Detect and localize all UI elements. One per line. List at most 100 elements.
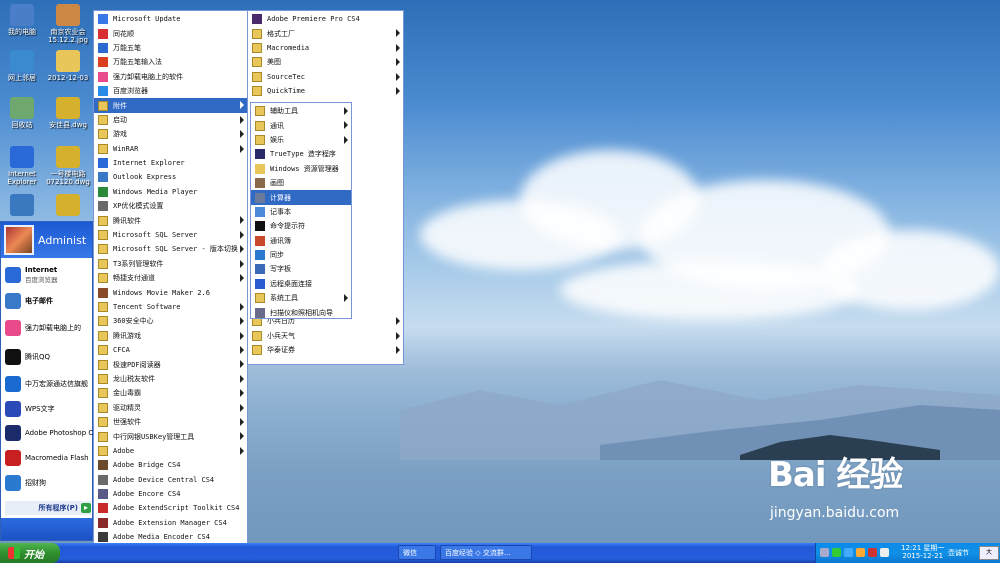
menu1-item[interactable]: 极速PDF阅读器 bbox=[94, 357, 247, 371]
menu3-item[interactable]: 娱乐 bbox=[251, 133, 351, 147]
menu1-item[interactable]: 中行网银USBKey管理工具 bbox=[94, 429, 247, 443]
menu1-item[interactable]: 腾讯游戏 bbox=[94, 329, 247, 343]
desktop-icon[interactable]: 网上邻居 bbox=[0, 50, 44, 82]
desktop-icon[interactable] bbox=[0, 194, 44, 218]
program-icon bbox=[252, 14, 262, 25]
start-menu-item[interactable]: Internet 百度浏览器 bbox=[5, 264, 93, 286]
menu-item-label: 百度浏览器 bbox=[113, 87, 148, 96]
menu3-item[interactable]: Windows 资源管理器 bbox=[251, 162, 351, 176]
menu3-item[interactable]: 命令提示符 bbox=[251, 219, 351, 233]
menu1-item[interactable]: Microsoft SQL Server - 版本切换 bbox=[94, 242, 247, 256]
user-avatar[interactable] bbox=[4, 225, 34, 255]
start-menu-item[interactable]: 腾讯QQ bbox=[5, 346, 93, 368]
menu2-item[interactable]: 华泰证券 bbox=[248, 343, 403, 357]
menu1-item[interactable]: T3系列管理软件 bbox=[94, 257, 247, 271]
start-menu-item[interactable]: Adobe Photoshop C bbox=[5, 422, 93, 444]
ime-indicator[interactable]: 壶诚节 bbox=[948, 548, 969, 558]
menu3-item[interactable]: 通讯 bbox=[251, 118, 351, 132]
start-menu-item[interactable]: WPS文字 bbox=[5, 398, 93, 420]
menu1-item[interactable]: 百度浏览器 bbox=[94, 84, 247, 98]
menu1-item[interactable]: 金山毒霸 bbox=[94, 386, 247, 400]
folder-icon bbox=[98, 417, 108, 428]
menu1-item[interactable]: 驱动精灵 bbox=[94, 401, 247, 415]
menu3-item[interactable]: 记事本 bbox=[251, 205, 351, 219]
menu3-item[interactable]: 辅助工具 bbox=[251, 104, 351, 118]
menu1-item[interactable]: 畅捷支付通道 bbox=[94, 271, 247, 285]
tray-icon[interactable] bbox=[868, 548, 877, 557]
menu1-item[interactable]: Microsoft Update bbox=[94, 12, 247, 26]
menu1-item[interactable]: Adobe Encore CS4 bbox=[94, 487, 247, 501]
menu1-item[interactable]: Windows Movie Maker 2.6 bbox=[94, 285, 247, 299]
menu-item-label: 极速PDF阅读器 bbox=[113, 360, 161, 369]
tray-icon[interactable] bbox=[832, 548, 841, 557]
start-menu-item[interactable]: 强力卸载电脑上的 bbox=[5, 317, 93, 339]
start-menu-item[interactable]: Macromedia Flash bbox=[5, 447, 93, 469]
tray-icon[interactable] bbox=[880, 548, 889, 557]
desktop-icon[interactable]: 回收站 bbox=[0, 97, 44, 129]
desktop-icon[interactable]: Internet Explorer bbox=[0, 146, 44, 186]
menu1-item[interactable]: Adobe Bridge CS4 bbox=[94, 458, 247, 472]
tray-icon[interactable] bbox=[856, 548, 865, 557]
start-menu-item[interactable]: 中万宏源通达信旗舰 bbox=[5, 373, 93, 395]
menu1-item[interactable]: Adobe Device Central CS4 bbox=[94, 473, 247, 487]
menu2-item[interactable]: Macromedia bbox=[248, 41, 403, 55]
submenu-arrow-icon bbox=[240, 432, 244, 441]
menu1-item[interactable]: 万能五笔 bbox=[94, 41, 247, 55]
tray-icon[interactable] bbox=[844, 548, 853, 557]
menu1-item[interactable]: 龙山税友软件 bbox=[94, 372, 247, 386]
menu1-item[interactable]: 360安全中心 bbox=[94, 314, 247, 328]
menu1-item[interactable]: 附件 bbox=[94, 98, 247, 113]
menu2-item[interactable]: 美图 bbox=[248, 55, 403, 69]
language-button[interactable]: 大 bbox=[979, 546, 999, 560]
menu1-item[interactable]: CFCA bbox=[94, 343, 247, 357]
taskbar-task-wechat[interactable]: 微信 bbox=[398, 545, 436, 560]
start-menu-item[interactable]: 电子邮件 bbox=[5, 290, 93, 312]
menu1-item[interactable]: 强力卸载电脑上的软件 bbox=[94, 70, 247, 84]
desktop-icon[interactable]: 我的电脑 bbox=[0, 4, 44, 36]
start-menu-item[interactable]: 招财狗 bbox=[5, 472, 93, 494]
all-programs-button[interactable]: 所有程序(P) ▸ bbox=[5, 501, 91, 515]
desktop-icon[interactable]: 一号楼电路 072120.dwg bbox=[46, 146, 90, 186]
menu1-item[interactable]: WinRAR bbox=[94, 142, 247, 156]
menu3-item[interactable]: 通讯簿 bbox=[251, 234, 351, 248]
menu3-item[interactable]: TrueType 造字程序 bbox=[251, 147, 351, 161]
menu2-item[interactable]: SourceTec bbox=[248, 70, 403, 84]
menu1-item[interactable]: Adobe bbox=[94, 444, 247, 458]
start-button[interactable]: 开始 bbox=[0, 543, 60, 563]
menu1-item[interactable]: XP优化模式设置 bbox=[94, 199, 247, 213]
menu3-item[interactable]: 远程桌面连接 bbox=[251, 277, 351, 291]
menu1-item[interactable]: Adobe Extension Manager CS4 bbox=[94, 516, 247, 530]
menu1-item[interactable]: Outlook Express bbox=[94, 170, 247, 184]
menu1-item[interactable]: 同花顺 bbox=[94, 26, 247, 40]
menu1-item[interactable]: 世强软件 bbox=[94, 415, 247, 429]
menu1-item[interactable]: Internet Explorer bbox=[94, 156, 247, 170]
menu-item-label: Microsoft SQL Server - 版本切换 bbox=[113, 245, 238, 254]
menu3-item[interactable]: 计算器 bbox=[251, 190, 351, 205]
program-icon bbox=[255, 221, 265, 232]
menu3-item[interactable]: 系统工具 bbox=[251, 291, 351, 305]
desktop-icon[interactable]: 安佳县.dwg bbox=[46, 97, 90, 129]
desktop-icon[interactable]: 南京农业会 15.12.2.jpg bbox=[46, 4, 90, 44]
tray-icon[interactable] bbox=[820, 548, 829, 557]
taskbar-task-baidu[interactable]: 百度经验 ◇ 交流群... bbox=[440, 545, 532, 560]
menu2-item[interactable]: QuickTime bbox=[248, 84, 403, 98]
menu2-item[interactable]: 小兵天气 bbox=[248, 329, 403, 343]
menu3-item[interactable]: 同步 bbox=[251, 248, 351, 262]
menu3-item[interactable]: 扫描仪和照相机向导 bbox=[251, 305, 351, 319]
menu1-item[interactable]: 腾讯软件 bbox=[94, 213, 247, 227]
menu2-item[interactable]: Adobe Premiere Pro CS4 bbox=[248, 12, 403, 26]
menu3-item[interactable]: 写字板 bbox=[251, 262, 351, 276]
menu1-item[interactable]: 万能五笔输入法 bbox=[94, 55, 247, 69]
menu1-item[interactable]: 启动 bbox=[94, 113, 247, 127]
menu1-item[interactable]: Adobe ExtendScript Toolkit CS4 bbox=[94, 501, 247, 515]
desktop-icon[interactable] bbox=[46, 194, 90, 218]
menu1-item[interactable]: Tencent Software bbox=[94, 300, 247, 314]
desktop-icon[interactable]: 2012-12-03 bbox=[46, 50, 90, 82]
clock[interactable]: 12:21 星期一 2015-12-21 bbox=[901, 544, 944, 560]
menu1-item[interactable]: Microsoft SQL Server bbox=[94, 228, 247, 242]
menu1-item[interactable]: 游戏 bbox=[94, 127, 247, 141]
menu3-item[interactable]: 画图 bbox=[251, 176, 351, 190]
menu1-item[interactable]: Windows Media Player bbox=[94, 185, 247, 199]
folder-icon bbox=[98, 445, 108, 456]
menu2-item[interactable]: 格式工厂 bbox=[248, 26, 403, 40]
